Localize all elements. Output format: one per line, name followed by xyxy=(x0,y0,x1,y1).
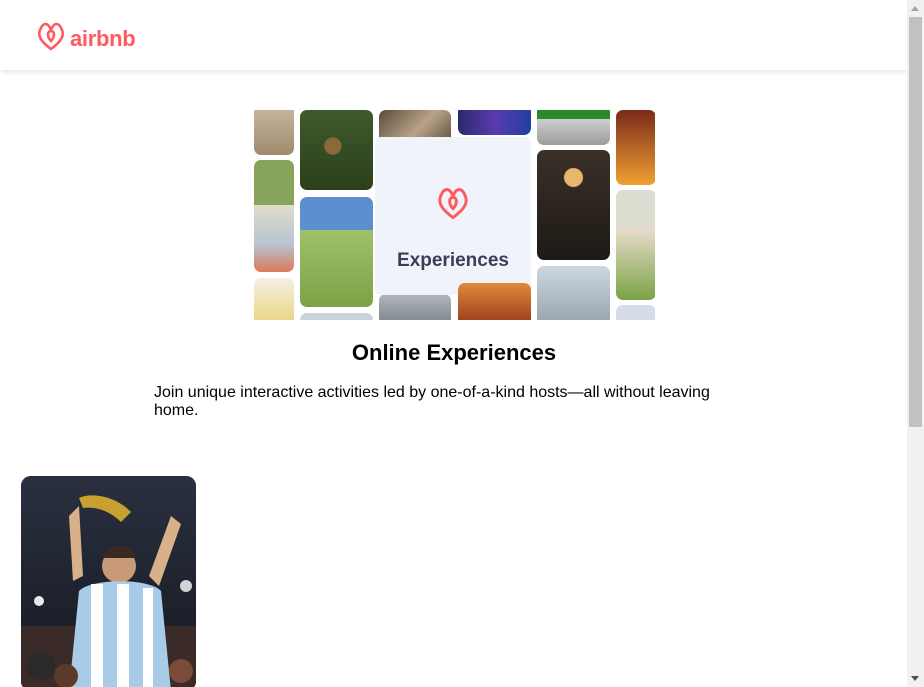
scroll-down-icon[interactable] xyxy=(911,676,919,681)
collage-photo xyxy=(254,278,294,320)
section-description: Join unique interactive activities led b… xyxy=(154,384,710,419)
experiences-label: Experiences xyxy=(397,250,509,271)
experiences-center-card: Experiences xyxy=(375,137,531,295)
collage-photo xyxy=(300,197,373,307)
airbnb-logo-icon xyxy=(436,185,470,226)
collage-photo xyxy=(300,313,373,320)
airbnb-logo[interactable]: airbnb xyxy=(36,20,136,57)
experiences-hero-collage: Experiences xyxy=(254,110,655,320)
collage-photo xyxy=(458,283,531,320)
logo-text: airbnb xyxy=(70,25,136,51)
experience-card-photo[interactable] xyxy=(21,476,196,687)
top-navbar: airbnb xyxy=(1,0,907,71)
collage-photo xyxy=(379,294,451,320)
page: airbnb Experiences Online Experiences Jo… xyxy=(1,0,907,687)
scrollbar-thumb[interactable] xyxy=(909,17,922,427)
scroll-up-icon[interactable] xyxy=(911,6,919,11)
collage-photo xyxy=(616,110,655,185)
experience-card-image xyxy=(21,476,196,687)
collage-photo xyxy=(537,110,610,145)
collage-photo xyxy=(254,160,294,272)
vertical-scrollbar[interactable] xyxy=(907,0,924,687)
collage-photo xyxy=(537,266,610,320)
collage-photo xyxy=(616,305,655,320)
collage-photo xyxy=(458,110,531,135)
airbnb-logo-icon xyxy=(36,20,66,57)
collage-photo xyxy=(537,150,610,260)
collage-photo xyxy=(616,190,655,300)
page-title: Online Experiences xyxy=(351,340,557,365)
collage-photo xyxy=(254,110,294,155)
collage-photo xyxy=(300,110,373,190)
